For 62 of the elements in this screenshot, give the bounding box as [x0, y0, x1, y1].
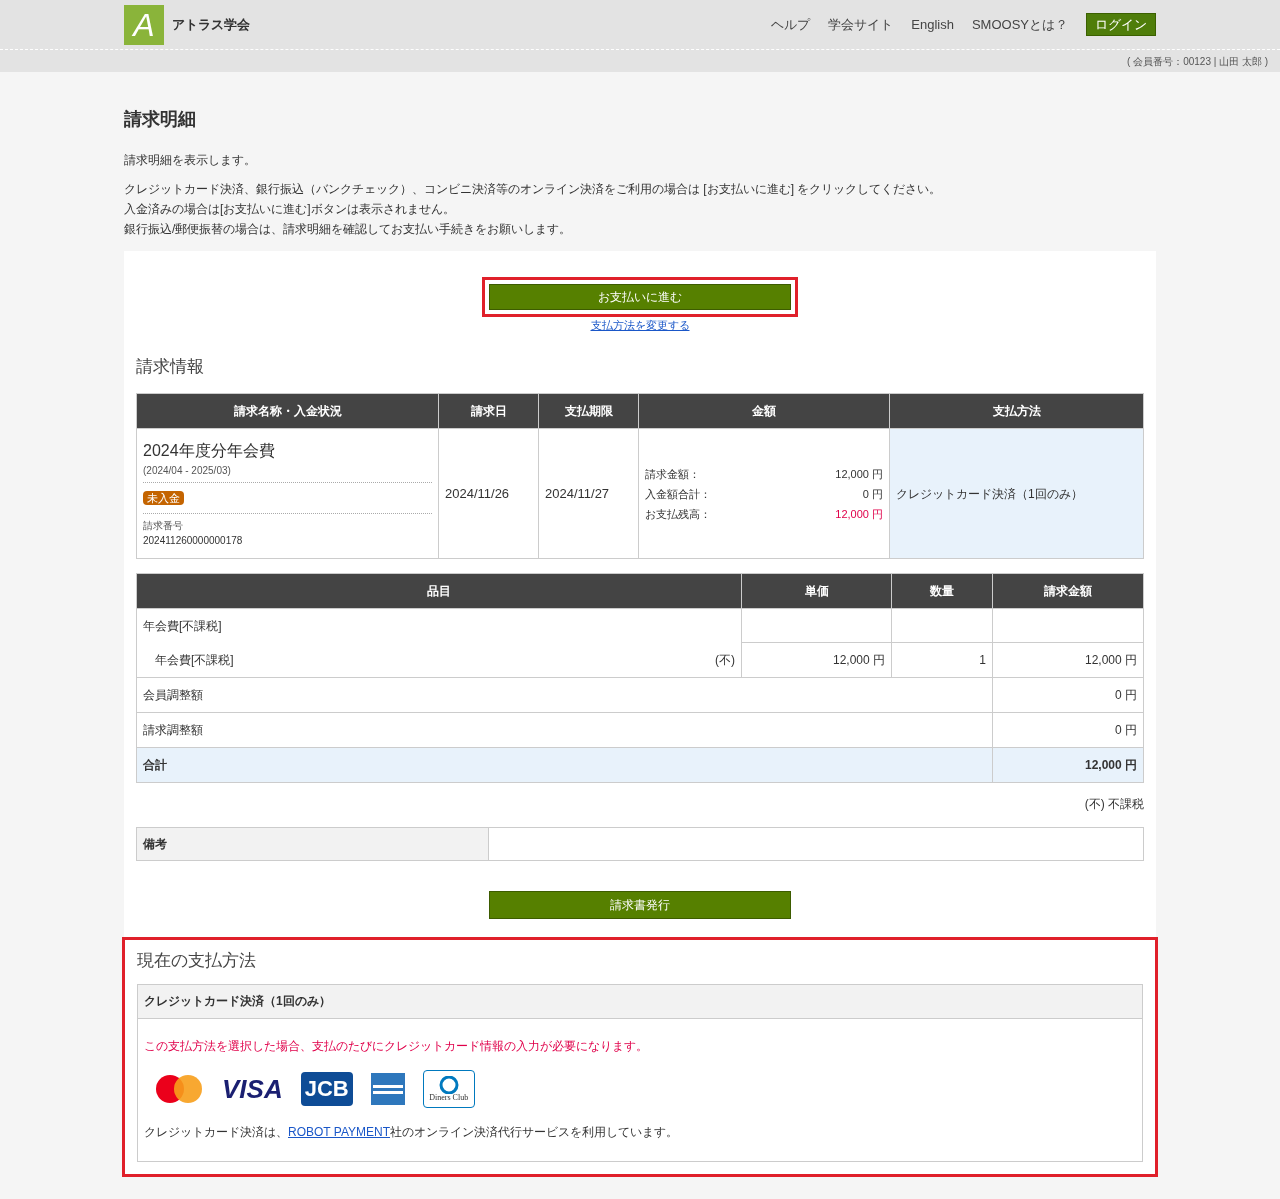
billing-period: (2024/04 - 2025/03) [143, 463, 432, 483]
item-name: 年会費[不課税] [155, 651, 234, 669]
column-header: 単価 [741, 573, 892, 609]
table-cell: 請求調整額 [136, 712, 993, 748]
nav-link[interactable]: English [911, 14, 954, 35]
card-logo-icon [370, 1072, 405, 1105]
amount-label: お支払残高： [645, 506, 711, 522]
card-logo-icon [154, 1072, 204, 1105]
amount-value: 0 円 [862, 486, 883, 502]
jcb-logo: JCB [300, 1071, 353, 1106]
amount-label: 請求金額： [645, 466, 700, 482]
nav-link[interactable]: ヘルプ [771, 14, 811, 35]
table-cell: 12,000 円 [992, 747, 1144, 783]
member-info: ( 会員番号：00123 | 山田 太郎 ) [1127, 54, 1268, 69]
note-text: 入金済みの場合は[お支払いに進む]ボタンは表示されません。 [124, 201, 456, 218]
column-header: 数量 [891, 573, 993, 609]
table-cell: 12,000 円 [741, 642, 892, 678]
warning-text: この支払方法を選択した場合、支払のたびにクレジットカード情報の入力が必要になります。 [144, 1037, 649, 1055]
column-header: 請求金額 [992, 573, 1144, 609]
table-cell: 2024/11/27 [538, 428, 639, 559]
change-method-link[interactable]: 支払方法を変更する [590, 317, 690, 334]
provider-link[interactable]: ROBOT PAYMENT [288, 1124, 390, 1139]
invoice-number-label: 請求番号 [143, 519, 184, 533]
column-header: 品目 [136, 573, 742, 609]
column-header: 支払期限 [538, 393, 639, 429]
section-heading: 請求情報 [136, 355, 205, 378]
provider-text: クレジットカード決済は、ROBOT PAYMENT社のオンライン決済代行サービスを利用しています。 [144, 1123, 679, 1141]
visa-logo: VISA [222, 1075, 283, 1102]
note-text: 銀行振込/郵便振替の場合は、請求明細を確認してお支払い手続きをお願いします。 [124, 221, 573, 238]
tax-mark: (不) [715, 651, 735, 669]
issue-invoice-button[interactable]: 請求書発行 [489, 891, 791, 919]
column-header: 請求名称・入金状況 [136, 393, 439, 429]
table-cell: 年会費[不課税] [136, 608, 742, 643]
table-cell: 12,000 円 [992, 642, 1144, 678]
status-badge: 未入金 [143, 491, 184, 505]
nav-link[interactable]: SMOOSYとは？ [971, 14, 1068, 35]
amount-value: 12,000 円 [835, 506, 883, 522]
nav-link[interactable]: 学会サイト [828, 14, 894, 35]
amount-value: 12,000 円 [835, 466, 883, 482]
intro-text: 請求明細を表示します。 [124, 152, 257, 169]
column-header: 支払方法 [889, 393, 1144, 429]
table-cell: 2024/11/26 [438, 428, 539, 559]
table-cell: 0 円 [992, 677, 1144, 713]
tax-note: (不) 不課税 [1084, 796, 1144, 813]
invoice-number: 202411260000000178 [143, 534, 244, 548]
section-heading: 現在の支払方法 [137, 950, 257, 972]
page-title: 請求明細 [124, 108, 197, 131]
table-cell: クレジットカード決済（1回のみ） [889, 428, 1144, 559]
pay-button[interactable]: お支払いに進む [489, 284, 791, 310]
amount-label: 入金額合計： [645, 486, 711, 502]
billing-name: 2024年度分年会費 [143, 441, 276, 461]
note-text: クレジットカード決済、銀行振込（バンクチェック）、コンビニ決済等のオンライン決済をご利用の場合は [お支払いに進む] をクリックしてください。 [124, 181, 943, 198]
site-name: アトラス学会 [172, 15, 250, 34]
diners-logo: Diners Club [422, 1069, 475, 1108]
table-cell: 合計 [136, 747, 993, 783]
table-cell: 1 [891, 642, 993, 678]
column-header: 請求日 [438, 393, 539, 429]
table-cell: 会員調整額 [136, 677, 993, 713]
column-header: 金額 [638, 393, 890, 429]
table-cell: 0 円 [992, 712, 1144, 748]
login-button[interactable]: ログイン [1086, 12, 1156, 37]
method-title-bar: クレジットカード決済（1回のみ） [138, 984, 1142, 1019]
